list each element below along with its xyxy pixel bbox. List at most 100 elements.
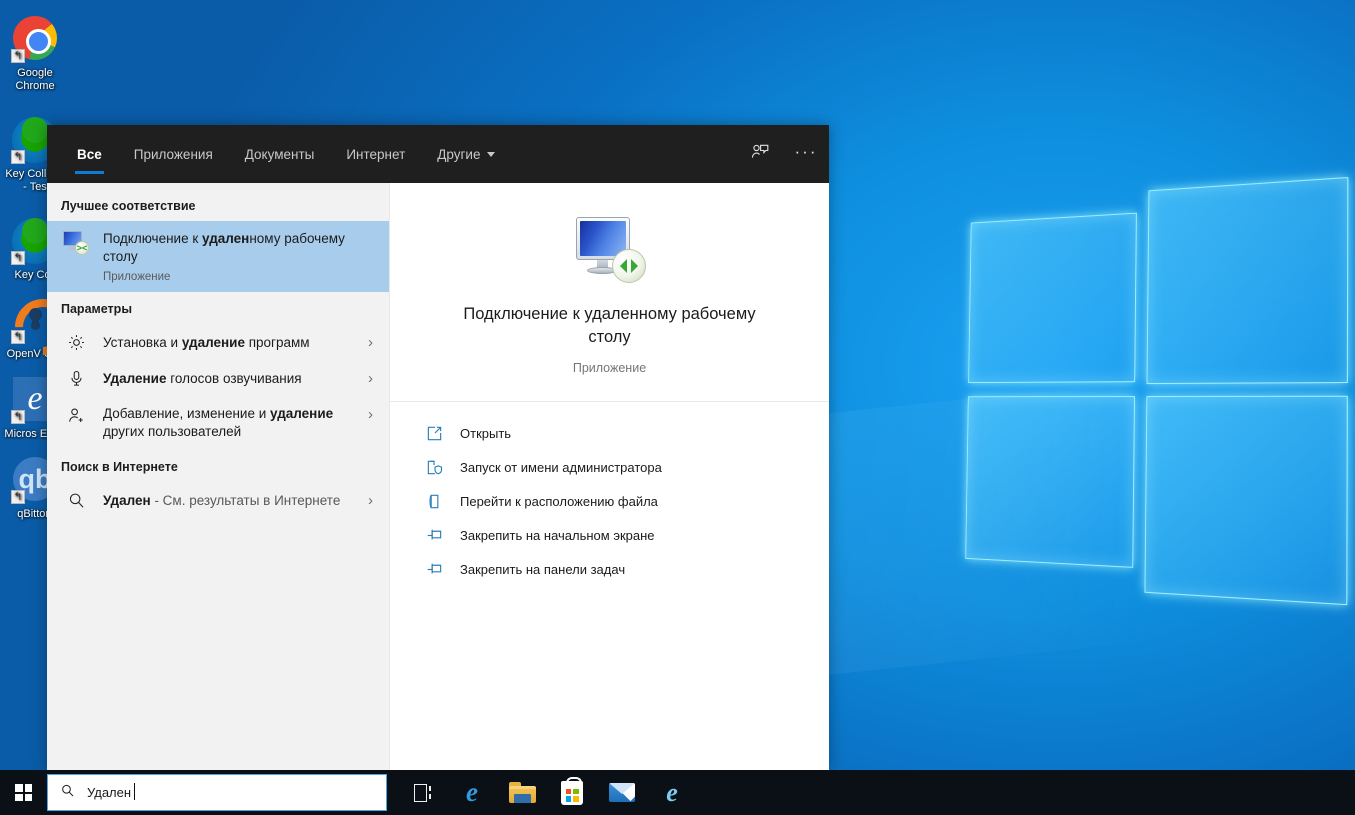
remote-desktop-icon: >< (61, 230, 91, 255)
taskbar-mail-button[interactable] (597, 770, 647, 815)
shortcut-arrow-icon: ↰ (11, 49, 25, 63)
search-results-list: Лучшее соответствие >< Подключение к уда… (47, 183, 390, 770)
shortcut-arrow-icon: ↰ (11, 330, 25, 344)
tab-web[interactable]: Интернет (330, 125, 421, 183)
tab-all[interactable]: Все (61, 125, 118, 183)
action-pin-to-taskbar[interactable]: Закрепить на панели задач (390, 552, 829, 586)
taskbar-microsoft-store-button[interactable] (547, 770, 597, 815)
chevron-right-icon: › (368, 333, 379, 351)
result-row-apps-and-features[interactable]: Установка и удаление программ › (47, 324, 389, 360)
tab-label: Все (77, 147, 102, 162)
preview-subtitle: Приложение (424, 361, 795, 375)
shortcut-arrow-icon: ↰ (11, 150, 25, 164)
result-text: Удален - См. результаты в Интернете (103, 492, 356, 509)
preview-card: Подключение к удаленному рабочему столу … (390, 183, 829, 402)
action-label: Перейти к расположению файла (460, 494, 658, 509)
tab-label: Приложения (134, 147, 213, 162)
windows-logo-icon (15, 784, 32, 801)
action-label: Закрепить на начальном экране (460, 528, 655, 543)
microphone-icon (61, 368, 91, 388)
result-subtitle: Приложение (103, 271, 379, 283)
action-run-as-administrator[interactable]: Запуск от имени администратора (390, 450, 829, 484)
more-options-icon: ··· (795, 143, 818, 166)
task-view-icon (411, 783, 433, 803)
result-text: Подключение к удаленному рабочему столу … (103, 230, 379, 283)
wallpaper-windows-logo (957, 156, 1355, 648)
desktop-icon-label: Google Chrome (2, 67, 68, 93)
shortcut-arrow-icon: ↰ (11, 490, 25, 504)
taskbar-internet-explorer-button[interactable]: e (647, 770, 697, 815)
chevron-right-icon: › (368, 491, 379, 509)
preview-title: Подключение к удаленному рабочему столу (424, 303, 795, 349)
folder-location-icon (424, 491, 444, 511)
search-input[interactable]: Удален (47, 774, 387, 811)
taskbar-task-view-button[interactable] (397, 770, 447, 815)
action-label: Открыть (460, 426, 511, 441)
remote-desktop-icon (574, 217, 646, 283)
add-user-icon (61, 405, 91, 425)
desktop-icon-google-chrome[interactable]: ↰ Google Chrome (0, 8, 70, 101)
result-title: Удаление голосов озвучивания (103, 370, 356, 387)
result-text: Установка и удаление программ (103, 334, 356, 351)
shield-run-icon (424, 457, 444, 477)
more-options-button[interactable]: ··· (783, 125, 829, 183)
action-label: Закрепить на панели задач (460, 562, 625, 577)
taskbar-icon-list: e e (397, 770, 697, 815)
search-panel-body: Лучшее соответствие >< Подключение к уда… (47, 183, 829, 770)
pin-taskbar-icon (424, 559, 444, 579)
chevron-down-icon (487, 152, 495, 157)
microsoft-store-icon (561, 781, 583, 805)
open-icon (424, 423, 444, 443)
tab-more[interactable]: Другие (421, 125, 511, 183)
taskbar-microsoft-edge-button[interactable]: e (447, 770, 497, 815)
action-open-file-location[interactable]: Перейти к расположению файла (390, 484, 829, 518)
tab-apps[interactable]: Приложения (118, 125, 229, 183)
search-icon (61, 490, 91, 510)
chevron-right-icon: › (368, 405, 379, 423)
search-preview-pane: Подключение к удаленному рабочему столу … (390, 183, 829, 770)
search-icon (60, 783, 75, 803)
result-text: Добавление, изменение и удаление других … (103, 405, 356, 441)
result-title: Удален - См. результаты в Интернете (103, 492, 356, 509)
action-pin-to-start[interactable]: Закрепить на начальном экране (390, 518, 829, 552)
result-row-remote-desktop[interactable]: >< Подключение к удаленному рабочему сто… (47, 221, 389, 292)
result-title: Подключение к удаленному рабочему столу (103, 230, 379, 266)
group-header-settings: Параметры (47, 292, 389, 324)
desktop: ↰ Google Chrome ↰ Key Coll 4.1 - Tes ↰ K… (0, 0, 1355, 815)
feedback-button[interactable] (737, 125, 783, 183)
gear-icon (61, 332, 91, 352)
wallpaper-pane-3 (965, 396, 1135, 568)
result-row-manage-users[interactable]: Добавление, изменение и удаление других … (47, 396, 389, 450)
chrome-icon: ↰ (11, 16, 59, 64)
search-tab-bar: Все Приложения Документы Интернет Другие (47, 125, 829, 183)
start-button[interactable] (0, 770, 47, 815)
chevron-right-icon: › (368, 369, 379, 387)
wallpaper-pane-2 (1147, 177, 1349, 384)
microsoft-edge-icon: e (466, 779, 478, 806)
result-row-web-search[interactable]: Удален - См. результаты в Интернете › (47, 482, 389, 518)
shortcut-arrow-icon: ↰ (11, 251, 25, 265)
file-explorer-icon (509, 782, 536, 803)
header-spacer (511, 125, 737, 183)
preview-action-list: Открыть Запуск от имени администратора (390, 402, 829, 586)
tab-label: Документы (245, 147, 315, 162)
result-row-remove-voices[interactable]: Удаление голосов озвучивания › (47, 360, 389, 396)
tab-documents[interactable]: Документы (229, 125, 331, 183)
action-open[interactable]: Открыть (390, 416, 829, 450)
tab-label: Другие (437, 147, 480, 162)
search-flyout-panel: Все Приложения Документы Интернет Другие (47, 125, 829, 770)
result-title: Установка и удаление программ (103, 334, 356, 351)
group-header-best-match: Лучшее соответствие (47, 189, 389, 221)
wallpaper-pane-1 (968, 213, 1137, 383)
mail-icon (609, 783, 635, 802)
wallpaper-pane-4 (1144, 396, 1347, 605)
result-text: Удаление голосов озвучивания (103, 370, 356, 387)
pin-start-icon (424, 525, 444, 545)
tab-label: Интернет (346, 147, 405, 162)
action-label: Запуск от имени администратора (460, 460, 662, 475)
group-header-web-search: Поиск в Интернете (47, 450, 389, 482)
taskbar-file-explorer-button[interactable] (497, 770, 547, 815)
result-title: Добавление, изменение и удаление других … (103, 405, 356, 441)
taskbar: Удален e (0, 770, 1355, 815)
feedback-icon (750, 142, 770, 167)
